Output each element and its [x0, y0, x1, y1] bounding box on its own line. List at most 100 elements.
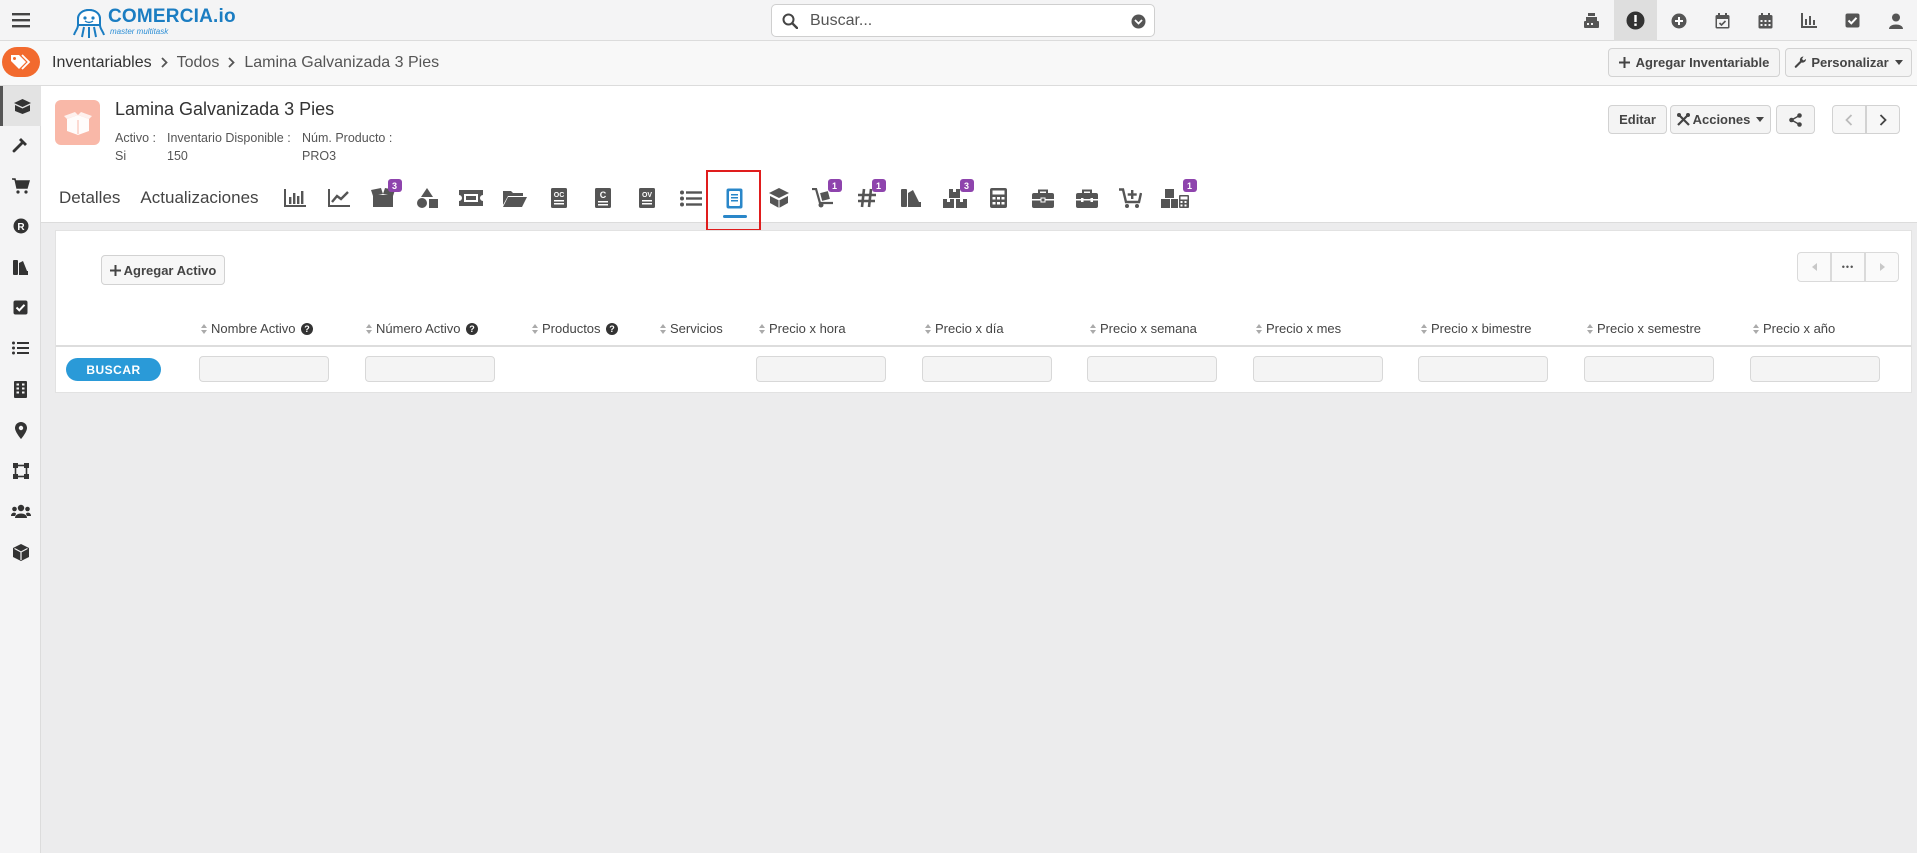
- add-inventariable-button[interactable]: Agregar Inventariable: [1608, 48, 1780, 77]
- filter-precio-dia[interactable]: [922, 356, 1052, 382]
- sort-icon: [759, 323, 765, 334]
- tab-badge: 1: [1182, 179, 1197, 192]
- nav-cube-icon[interactable]: [0, 532, 41, 572]
- add-activo-button[interactable]: Agregar Activo: [101, 255, 225, 285]
- question-circle-icon[interactable]: ?: [300, 322, 313, 335]
- calendar-icon[interactable]: [1744, 0, 1788, 41]
- tab-boxes-icon[interactable]: 3: [933, 176, 977, 220]
- app-logo[interactable]: COMERCIA.io master multitask: [70, 3, 240, 39]
- nav-vector-square-icon[interactable]: [0, 451, 41, 491]
- tab-toolbox-icon[interactable]: [1065, 176, 1109, 220]
- tab-shapes-icon[interactable]: [405, 176, 449, 220]
- nav-check-square-icon[interactable]: [0, 287, 41, 327]
- tab-swatches-icon[interactable]: [889, 176, 933, 220]
- tab-briefcase-icon[interactable]: [1021, 176, 1065, 220]
- tab-boxes-calculator-icon[interactable]: 1: [1153, 176, 1197, 220]
- share-button[interactable]: [1776, 105, 1815, 134]
- chart-icon[interactable]: [1788, 0, 1832, 41]
- nav-map-pin-icon[interactable]: [0, 410, 41, 450]
- nav-users-icon[interactable]: [0, 491, 41, 531]
- tab-actualizaciones[interactable]: Actualizaciones: [140, 188, 258, 208]
- tab-box-open-icon[interactable]: 3: [361, 176, 405, 220]
- tab-c-document-icon[interactable]: C: [581, 176, 625, 220]
- tab-detalles[interactable]: Detalles: [59, 188, 120, 208]
- personalizar-button[interactable]: Personalizar: [1785, 48, 1912, 77]
- pager-more-button[interactable]: •••: [1831, 252, 1865, 282]
- tab-line-chart-icon[interactable]: [317, 176, 361, 220]
- column-precio-ano[interactable]: Precio x año: [1753, 321, 1835, 336]
- tab-hash-icon[interactable]: 1: [845, 176, 889, 220]
- tab-ticket-icon[interactable]: [449, 176, 493, 220]
- nav-swatches-icon[interactable]: [0, 247, 41, 287]
- brand-tagline: master multitask: [110, 27, 169, 36]
- column-precio-bimestre[interactable]: Precio x bimestre: [1421, 321, 1531, 336]
- check-square-icon[interactable]: [1831, 0, 1875, 41]
- column-servicios[interactable]: Servicios: [660, 321, 723, 336]
- filter-precio-hora[interactable]: [756, 356, 886, 382]
- question-circle-icon[interactable]: ?: [465, 322, 478, 335]
- column-numero-activo[interactable]: Número Activo ?: [366, 321, 478, 336]
- column-productos[interactable]: Productos ?: [532, 321, 618, 336]
- tab-badge: 3: [387, 179, 402, 192]
- tab-dolly-icon[interactable]: 1: [801, 176, 845, 220]
- cash-register-icon[interactable]: [1570, 0, 1614, 41]
- tab-cart-plus-icon[interactable]: [1109, 176, 1153, 220]
- prev-record-button[interactable]: [1832, 105, 1866, 134]
- editar-label: Editar: [1619, 112, 1656, 127]
- pager-prev-button[interactable]: [1797, 252, 1831, 282]
- search-input[interactable]: [810, 10, 1110, 32]
- tab-bar-chart-icon[interactable]: [273, 176, 317, 220]
- nav-list-icon[interactable]: [0, 328, 41, 368]
- calendar-check-icon[interactable]: [1701, 0, 1745, 41]
- breadcrumb-inventariables[interactable]: Inventariables: [52, 54, 152, 72]
- nav-hammer-icon[interactable]: [0, 125, 41, 165]
- acciones-button[interactable]: Acciones: [1670, 105, 1771, 134]
- user-icon[interactable]: [1875, 0, 1917, 41]
- tab-oc-document-icon[interactable]: OC: [537, 176, 581, 220]
- alert-icon[interactable]: [1613, 0, 1657, 41]
- filter-precio-bimestre[interactable]: [1418, 356, 1548, 382]
- sub-header: Inventariables Todos Lamina Galvanizada …: [0, 41, 1917, 86]
- nav-building-icon[interactable]: [0, 369, 41, 409]
- buscar-button[interactable]: BUSCAR: [66, 358, 161, 381]
- tab-calculator-icon[interactable]: [977, 176, 1021, 220]
- share-icon: [1789, 112, 1802, 127]
- column-precio-semestre[interactable]: Precio x semestre: [1587, 321, 1701, 336]
- chevron-down-circle-icon[interactable]: [1131, 14, 1146, 29]
- editar-button[interactable]: Editar: [1608, 105, 1667, 134]
- sort-icon: [1090, 323, 1096, 334]
- plus-circle-icon[interactable]: [1657, 0, 1701, 41]
- filter-numero-activo[interactable]: [365, 356, 495, 382]
- tab-folder-open-icon[interactable]: [493, 176, 537, 220]
- nav-r-circle-icon[interactable]: R: [0, 206, 41, 246]
- column-precio-mes[interactable]: Precio x mes: [1256, 321, 1341, 336]
- field-value: 150: [167, 149, 188, 163]
- menu-icon[interactable]: [0, 0, 41, 41]
- column-precio-hora[interactable]: Precio x hora: [759, 321, 846, 336]
- assets-table-header: Nombre Activo ? Número Activo ? Producto…: [56, 311, 1911, 347]
- next-record-button[interactable]: [1866, 105, 1900, 134]
- filter-nombre-activo[interactable]: [199, 356, 329, 382]
- tab-ov-document-icon[interactable]: OV: [625, 176, 669, 220]
- column-precio-semana[interactable]: Precio x semana: [1090, 321, 1197, 336]
- tab-box-stack-icon[interactable]: [757, 176, 801, 220]
- svg-text:?: ?: [609, 324, 615, 334]
- breadcrumb-todos[interactable]: Todos: [177, 54, 220, 72]
- field-num-producto: Núm. Producto : PRO3: [302, 129, 392, 165]
- tags-icon[interactable]: [2, 47, 40, 77]
- column-nombre-activo[interactable]: Nombre Activo ?: [201, 321, 313, 336]
- svg-text:R: R: [17, 222, 25, 233]
- nav-cart-icon[interactable]: [0, 166, 41, 206]
- filter-precio-ano[interactable]: [1750, 356, 1880, 382]
- filter-precio-semestre[interactable]: [1584, 356, 1714, 382]
- nav-inventory-box-icon[interactable]: [0, 86, 41, 126]
- filter-precio-mes[interactable]: [1253, 356, 1383, 382]
- tab-badge: 1: [871, 179, 886, 192]
- tab-badge: 3: [959, 179, 974, 192]
- column-precio-dia[interactable]: Precio x día: [925, 321, 1004, 336]
- pager-next-button[interactable]: [1865, 252, 1899, 282]
- breadcrumb-current: Lamina Galvanizada 3 Pies: [244, 54, 440, 71]
- field-label: Núm. Producto :: [302, 131, 393, 145]
- filter-precio-semana[interactable]: [1087, 356, 1217, 382]
- question-circle-icon[interactable]: ?: [605, 322, 618, 335]
